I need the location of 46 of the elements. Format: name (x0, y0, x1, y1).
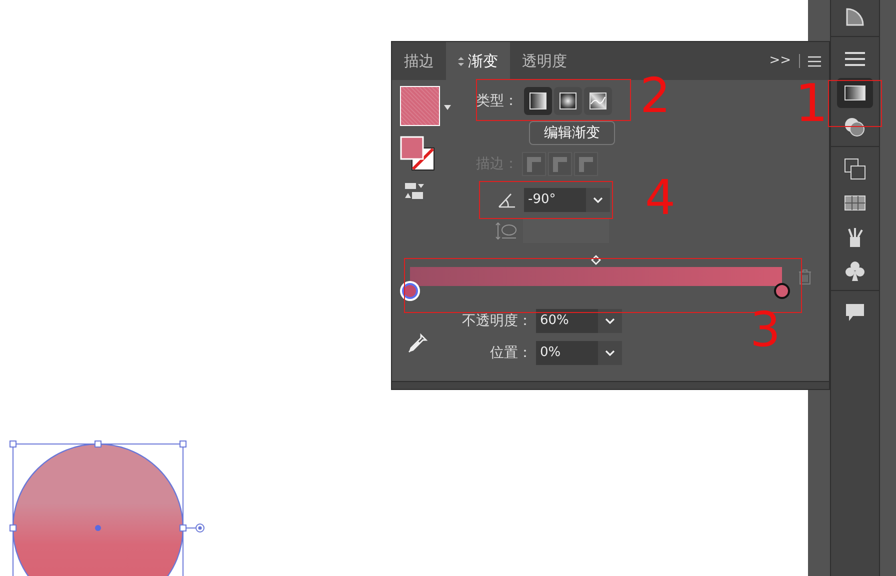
updown-icon (458, 56, 464, 66)
speech-bubble-icon (844, 303, 866, 323)
annotation-number: 2 (640, 68, 671, 124)
panel-tab[interactable]: 描边 (392, 42, 446, 80)
angle-icon (498, 192, 516, 208)
overlapping-circles-icon (844, 117, 866, 137)
overlapping-squares-icon (844, 158, 866, 180)
stroke-gradient-icon (574, 152, 598, 176)
panel-tab[interactable]: 透明度 (510, 42, 579, 80)
stroke-gradient-icon (548, 152, 572, 176)
overflow-button[interactable]: >> (769, 51, 791, 71)
color-stop[interactable] (774, 283, 790, 299)
chevron-down-icon (593, 197, 603, 203)
gradient-type-button[interactable] (584, 87, 612, 115)
location-label: 位置： (490, 344, 532, 362)
lines-icon (844, 50, 866, 68)
color-stop[interactable] (402, 283, 418, 299)
midpoint-diamond-icon[interactable] (591, 255, 601, 265)
aspect-ratio-icon (495, 221, 517, 241)
gradient-type-button[interactable] (554, 87, 582, 115)
type-label: 类型： (476, 92, 518, 110)
grid-icon (844, 195, 866, 211)
swap-icon[interactable] (404, 182, 424, 200)
menu-icon[interactable] (808, 56, 821, 66)
annotation-number: 3 (750, 302, 781, 358)
dock-button[interactable] (837, 78, 873, 108)
dropdown-arrow-icon[interactable] (444, 105, 451, 110)
radial-gradient-icon (559, 92, 577, 110)
panel-tab[interactable]: 渐变 (446, 42, 510, 80)
chevron-down-icon (605, 350, 615, 356)
eyedropper-icon[interactable] (406, 331, 430, 355)
stroke-gradient-icon (522, 152, 546, 176)
annotation-number: 4 (645, 170, 676, 226)
gradient-type-button[interactable] (524, 87, 552, 115)
gradient-swatch[interactable] (400, 86, 440, 126)
club-icon (845, 260, 865, 282)
freeform-gradient-icon (589, 92, 607, 110)
opacity-label: 不透明度： (462, 312, 532, 330)
linear-gradient-icon (529, 92, 547, 110)
fill-stroke-icon[interactable] (400, 136, 436, 172)
annotation-number: 1 (795, 74, 828, 134)
chevron-down-icon (605, 318, 615, 324)
annotation-box (828, 80, 882, 127)
brush-cup-icon (845, 226, 865, 248)
gradient-icon (844, 85, 866, 101)
edit-gradient-button[interactable]: 编辑渐变 (529, 121, 615, 145)
